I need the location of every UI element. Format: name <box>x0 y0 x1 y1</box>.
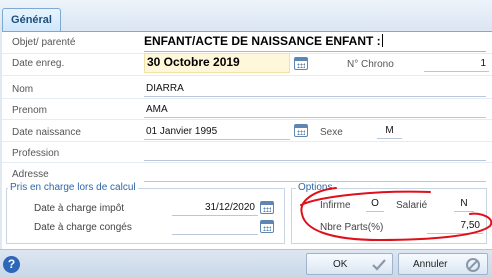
impot-field[interactable]: 31/12/2020 <box>172 200 258 216</box>
cancel-icon <box>466 258 480 272</box>
profession-label: Profession <box>12 148 60 159</box>
sexe-label: Sexe <box>320 127 343 138</box>
ok-label: OK <box>333 259 348 270</box>
date-enreg-label: Date enreg. <box>12 58 65 69</box>
row-divider <box>2 75 492 76</box>
tab-bar: Général <box>0 0 492 32</box>
parts-label: Nbre Parts(%) <box>320 222 384 233</box>
sexe-value: M <box>385 125 394 136</box>
chrono-value: 1 <box>480 58 486 69</box>
salarie-label: Salarié <box>396 200 428 211</box>
form-panel: Objet/ parenté ENFANT/ACTE DE NAISSANCE … <box>2 31 492 249</box>
sexe-field[interactable]: M <box>377 123 402 139</box>
row-divider <box>2 98 492 99</box>
prise-en-charge-group <box>6 188 285 244</box>
calendar-icon[interactable] <box>260 201 274 214</box>
parts-field[interactable]: 7,50 <box>427 218 483 234</box>
naissance-field[interactable] <box>144 139 290 140</box>
prenom-label: Prenom <box>12 105 48 116</box>
adresse-label: Adresse <box>12 169 49 180</box>
nom-value: DIARRA <box>146 83 184 94</box>
salarie-value: N <box>460 198 468 209</box>
conges-label: Date à charge congés <box>34 222 132 233</box>
cancel-label: Annuler <box>413 259 448 270</box>
checkmark-icon <box>372 259 386 271</box>
calendar-icon[interactable] <box>294 57 308 70</box>
nom-label: Nom <box>12 84 34 95</box>
row-divider <box>2 119 492 120</box>
chrono-label: N° Chrono <box>347 59 394 70</box>
profession-field[interactable] <box>144 160 486 161</box>
options-legend: Options <box>296 182 335 193</box>
objet-label: Objet/ parenté <box>12 37 76 48</box>
cancel-button[interactable]: Annuler <box>398 253 488 275</box>
impot-label: Date à charge impôt <box>34 203 125 214</box>
salarie-field[interactable]: N <box>454 196 474 212</box>
conges-field[interactable] <box>172 219 258 235</box>
row-divider <box>2 141 492 142</box>
impot-value: 31/12/2020 <box>204 202 255 213</box>
footer-bar: ? OK Annuler <box>0 249 492 277</box>
parts-value: 7,50 <box>460 220 480 231</box>
infirme-value: O <box>371 198 379 209</box>
calendar-icon[interactable] <box>260 220 274 233</box>
text-cursor <box>381 34 383 47</box>
nom-field[interactable] <box>144 96 486 97</box>
prenom-field[interactable] <box>144 117 486 118</box>
infirme-label: Infirme <box>320 200 351 211</box>
chrono-field[interactable]: 1 <box>424 56 489 72</box>
help-icon[interactable]: ? <box>3 256 20 273</box>
objet-value: ENFANT/ACTE DE NAISSANCE ENFANT : <box>144 34 381 48</box>
ok-button[interactable]: OK <box>306 253 393 275</box>
calendar-icon[interactable] <box>294 124 308 137</box>
infirme-field[interactable]: O <box>366 196 384 212</box>
row-divider <box>2 162 492 163</box>
naissance-value: 01 Janvier 1995 <box>146 126 218 137</box>
tab-general[interactable]: Général <box>2 8 61 32</box>
date-enreg-value: 30 Octobre 2019 <box>147 55 240 69</box>
naissance-label: Date naissance <box>12 127 81 138</box>
objet-underline <box>144 51 486 52</box>
objet-field[interactable]: ENFANT/ACTE DE NAISSANCE ENFANT : <box>144 34 383 48</box>
prise-en-charge-legend: Pris en charge lors de calcul <box>8 182 138 193</box>
prenom-value: AMA <box>146 104 168 115</box>
